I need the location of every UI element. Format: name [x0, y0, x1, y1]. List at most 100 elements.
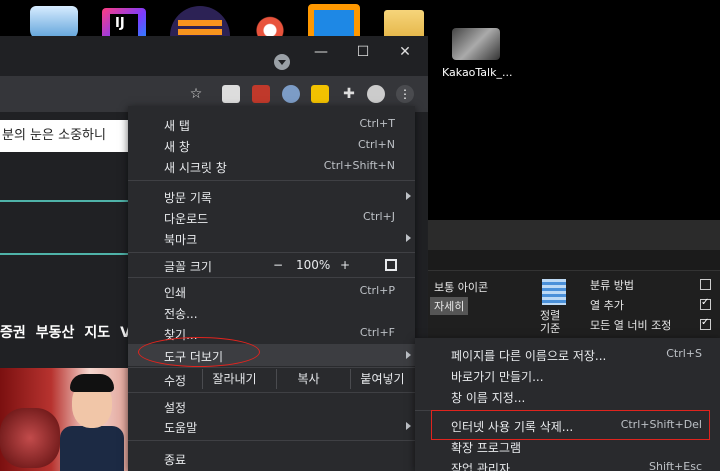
maximize-button[interactable]: ☐ — [350, 42, 376, 62]
menu-label: 창 이름 지정... — [451, 391, 526, 405]
more-tools-submenu: 페이지를 다른 이름으로 저장... Ctrl+S 바로가기 만들기... 창 이… — [415, 338, 720, 471]
menu-item-create-shortcut[interactable]: 바로가기 만들기... — [415, 365, 720, 385]
person-image — [60, 426, 124, 471]
group-by-button[interactable]: 분류 방법 — [590, 277, 634, 293]
menu-item-new-tab[interactable]: 새 탭 Ctrl+T — [128, 114, 415, 134]
menu-item-settings[interactable]: 설정 — [128, 396, 415, 416]
shortcut: Ctrl+N — [357, 138, 395, 151]
menu-label: 종료 — [164, 453, 187, 467]
menu-item-save-page[interactable]: 페이지를 다른 이름으로 저장... Ctrl+S — [415, 344, 720, 364]
zoom-out-button[interactable]: − — [273, 258, 283, 272]
divider — [0, 253, 128, 255]
menu-item-bookmarks[interactable]: 북마크 — [128, 228, 415, 248]
nav-item[interactable]: 부동산 — [36, 325, 75, 341]
menu-edit-row: 수정 잘라내기 복사 붙여넣기 — [128, 367, 415, 391]
menu-item-incognito[interactable]: 새 시크릿 창 Ctrl+Shift+N — [128, 156, 415, 176]
kakao-file-label[interactable]: KakaoTalk_... — [442, 66, 512, 79]
chevron-right-icon — [406, 351, 411, 359]
menu-label: 설정 — [164, 401, 187, 415]
chevron-right-icon — [406, 192, 411, 200]
video-thumbnail[interactable] — [452, 28, 500, 60]
extension-icon[interactable] — [282, 85, 300, 103]
layout-details[interactable]: 자세히 — [430, 297, 469, 315]
copy-button[interactable]: 복사 — [276, 369, 340, 389]
menu-item-exit[interactable]: 종료 — [128, 448, 415, 468]
menu-label: 새 탭 — [164, 119, 190, 133]
menu-label: 확장 프로그램 — [451, 441, 522, 455]
menu-label: 북마크 — [164, 233, 198, 247]
zoom-in-button[interactable]: + — [340, 258, 350, 272]
shortcut: Ctrl+F — [359, 326, 395, 339]
extension-icon[interactable] — [311, 85, 329, 103]
menu-item-name-window[interactable]: 창 이름 지정... — [415, 386, 720, 406]
fullscreen-icon[interactable] — [385, 259, 397, 271]
shortcut: Ctrl+T — [359, 117, 395, 130]
menu-kebab-icon[interactable]: ⋮ — [396, 85, 414, 103]
highlight-rectangle — [431, 410, 710, 440]
extension-icon[interactable] — [252, 85, 270, 103]
menu-label: 다운로드 — [164, 212, 209, 226]
menu-separator — [128, 440, 415, 441]
intellij-text: IJ — [115, 16, 125, 31]
menu-label: 페이지를 다른 이름으로 저장... — [451, 349, 607, 363]
shortcut: Ctrl+S — [666, 347, 702, 360]
add-column-button[interactable]: 열 추가 — [590, 297, 624, 313]
menu-item-history[interactable]: 방문 기록 — [128, 186, 415, 206]
menu-label: 전송... — [164, 307, 198, 321]
menu-separator — [128, 277, 415, 278]
menu-item-task-manager[interactable]: 작업 관리자 Shift+Esc — [415, 457, 720, 471]
minimize-button[interactable]: — — [308, 42, 334, 62]
menu-item-print[interactable]: 인쇄 Ctrl+P — [128, 281, 415, 301]
menu-item-zoom: 글꼴 크기 − 100% + — [128, 255, 415, 275]
cut-button[interactable]: 잘라내기 — [202, 369, 266, 389]
menu-item-downloads[interactable]: 다운로드 Ctrl+J — [128, 207, 415, 227]
sort-icon — [542, 279, 566, 305]
title-bar: — ☐ ✕ — [0, 36, 428, 70]
menu-label: 새 시크릿 창 — [164, 161, 227, 175]
explorer-header — [428, 220, 720, 250]
menu-label: 글꼴 크기 — [164, 260, 212, 274]
chrome-main-menu: 새 탭 Ctrl+T 새 창 Ctrl+N 새 시크릿 창 Ctrl+Shift+N … — [128, 106, 415, 471]
menu-separator — [128, 252, 415, 253]
close-button[interactable]: ✕ — [392, 42, 418, 62]
menu-item-help[interactable]: 도움말 — [128, 416, 415, 436]
nav-item[interactable]: 증권 — [0, 325, 26, 341]
extension-icon[interactable] — [222, 85, 240, 103]
shortcut: Ctrl+J — [362, 210, 395, 223]
menu-separator — [128, 180, 415, 181]
sort-by-button[interactable]: 정렬 기준 — [540, 309, 570, 335]
chevron-right-icon — [406, 234, 411, 242]
checkbox[interactable] — [700, 317, 711, 330]
menu-item-cast[interactable]: 전송... — [128, 302, 415, 322]
app-icon[interactable] — [30, 6, 78, 40]
paste-button[interactable]: 붙여넣기 — [350, 369, 414, 389]
nav-item[interactable]: 지도 — [84, 325, 110, 341]
person-hair — [70, 374, 114, 392]
chevron-right-icon — [406, 422, 411, 430]
shortcut: Ctrl+Shift+N — [323, 159, 395, 172]
menu-label: 새 창 — [164, 140, 190, 154]
fit-columns-button[interactable]: 모든 열 너비 조정 — [590, 317, 671, 333]
divider — [0, 200, 128, 202]
menu-item-new-window[interactable]: 새 창 Ctrl+N — [128, 135, 415, 155]
tab-search-icon[interactable] — [274, 54, 290, 70]
menu-label: 수정 — [164, 374, 187, 388]
site-nav: 증권 부동산 지도 V — [0, 322, 131, 344]
star-icon[interactable]: ☆ — [187, 85, 205, 103]
checkbox[interactable] — [700, 297, 711, 310]
menu-label: 작업 관리자 — [451, 462, 511, 471]
shortcut: Ctrl+P — [359, 284, 395, 297]
shortcut: Shift+Esc — [649, 460, 702, 471]
meat-image — [0, 408, 60, 468]
explorer-ribbon: 보통 아이콘 자세히 정렬 기준 분류 방법 열 추가 모든 열 너비 조정 — [428, 270, 720, 340]
notice-text: 분의 눈은 소중하니 — [0, 120, 128, 152]
checkbox[interactable] — [700, 279, 711, 290]
menu-label: 인쇄 — [164, 286, 187, 300]
menu-label: 바로가기 만들기... — [451, 370, 544, 384]
avatar[interactable] — [367, 85, 385, 103]
layout-normal-icons[interactable]: 보통 아이콘 — [434, 279, 488, 295]
puzzle-icon[interactable]: ✚ — [340, 85, 358, 103]
menu-label: 도움말 — [164, 421, 198, 435]
ad-banner[interactable] — [0, 368, 128, 471]
menu-label: 방문 기록 — [164, 191, 212, 205]
